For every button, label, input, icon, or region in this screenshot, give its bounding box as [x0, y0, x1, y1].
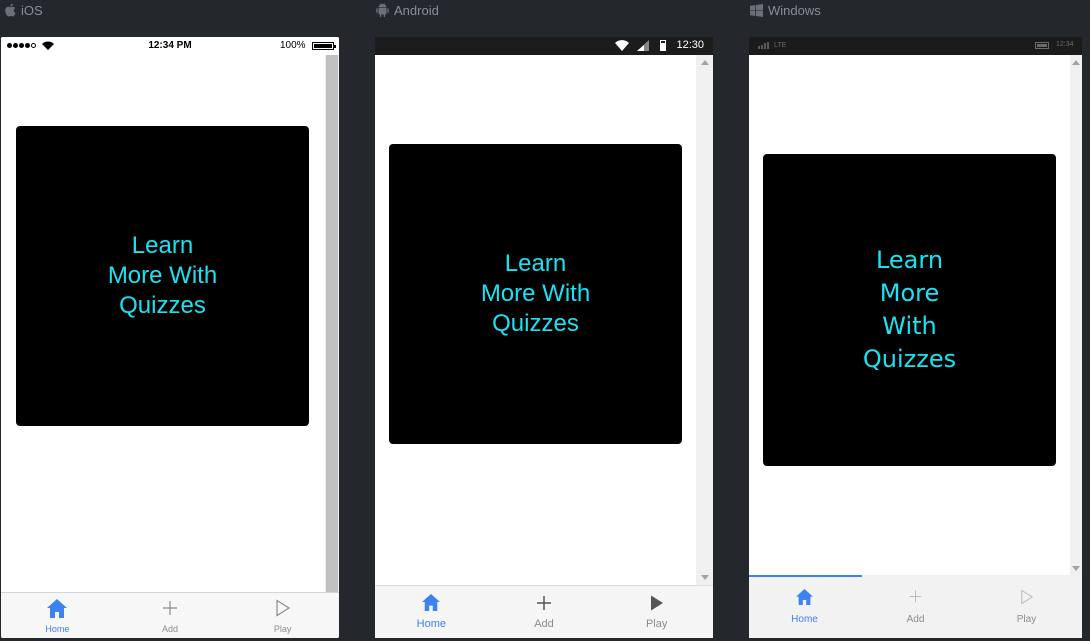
scrollbar[interactable]: [325, 55, 339, 628]
plus-icon: [537, 596, 551, 610]
windows-icon: [750, 3, 763, 17]
tab-add[interactable]: Add: [860, 575, 971, 638]
platform-name: Windows: [768, 2, 821, 18]
platform-label-ios: iOS: [4, 2, 43, 18]
scrollbar-thumb[interactable]: [326, 55, 338, 603]
plus-icon: [163, 601, 177, 615]
tab-label: Play: [273, 624, 292, 634]
home-icon: [47, 599, 68, 618]
tab-play[interactable]: Play: [600, 586, 713, 638]
tab-bar: Home Add Play: [375, 585, 713, 638]
ios-device-frame: 12:34 PM 100% Learn More With Quizzes Ho…: [1, 37, 339, 638]
play-icon: [650, 595, 663, 611]
tab-home[interactable]: Home: [749, 575, 860, 638]
tab-label: Add: [534, 618, 554, 630]
status-time: 12:34: [1056, 41, 1074, 48]
apple-icon: [5, 3, 16, 17]
ios-status-bar: 12:34 PM 100%: [1, 37, 339, 55]
home-icon: [796, 589, 813, 605]
network-type: LTE: [774, 42, 787, 49]
banner-text: Learn More With Quizzes: [107, 232, 218, 319]
tab-label: Add: [906, 614, 925, 625]
battery-icon: [1035, 42, 1049, 49]
tab-bar: Home Add Play: [1, 592, 339, 638]
tab-label: Add: [162, 624, 179, 634]
tab-home[interactable]: Home: [375, 586, 488, 638]
quiz-banner-card[interactable]: Learn More With Quizzes: [763, 154, 1056, 466]
android-status-bar: 12:30: [375, 37, 713, 55]
battery-icon: [660, 40, 666, 51]
windows-device-frame: LTE 12:34 Learn More With Quizzes Home A…: [749, 37, 1082, 638]
scroll-up-arrow-icon[interactable]: [1072, 60, 1080, 65]
android-icon: [376, 3, 389, 17]
tab-label: Home: [416, 618, 446, 630]
platform-name: Android: [394, 2, 439, 18]
scrollbar[interactable]: [1070, 55, 1082, 575]
tab-label: Home: [791, 614, 818, 625]
battery-percentage: 100%: [280, 40, 306, 51]
scroll-down-arrow-icon[interactable]: [1072, 566, 1080, 571]
status-time: 12:30: [676, 39, 704, 51]
tab-add[interactable]: Add: [488, 586, 601, 638]
quiz-banner-card[interactable]: Learn More With Quizzes: [389, 144, 682, 444]
tab-play[interactable]: Play: [226, 593, 339, 638]
play-icon: [1020, 589, 1033, 605]
tab-label: Play: [645, 618, 668, 630]
scrollbar[interactable]: [696, 55, 713, 585]
signal-strength-icon: [637, 40, 649, 51]
banner-text: Learn More With Quizzes: [480, 250, 591, 337]
quiz-banner-card[interactable]: Learn More With Quizzes: [16, 126, 309, 426]
tab-label: Home: [45, 624, 70, 634]
scroll-down-arrow-icon[interactable]: [701, 575, 709, 580]
platform-label-android: Android: [376, 2, 439, 18]
wifi-icon: [615, 40, 629, 51]
signal-strength-icon: [758, 42, 769, 49]
tab-play[interactable]: Play: [971, 575, 1082, 638]
battery-icon: [312, 42, 336, 50]
android-device-frame: 12:30 Learn More With Quizzes Home Add P…: [375, 37, 713, 638]
tab-home[interactable]: Home: [1, 593, 114, 638]
banner-text: Learn More With Quizzes: [862, 246, 957, 373]
tab-bar: Home Add Play: [749, 575, 1082, 638]
platform-name: iOS: [21, 2, 43, 18]
platform-label-windows: Windows: [750, 2, 821, 18]
windows-status-bar: LTE 12:34: [749, 37, 1082, 55]
tab-label: Play: [1016, 614, 1037, 625]
scroll-up-arrow-icon[interactable]: [701, 60, 709, 65]
plus-icon: [909, 590, 922, 603]
home-icon: [422, 594, 441, 611]
tab-add[interactable]: Add: [114, 593, 227, 638]
play-icon: [276, 599, 290, 617]
